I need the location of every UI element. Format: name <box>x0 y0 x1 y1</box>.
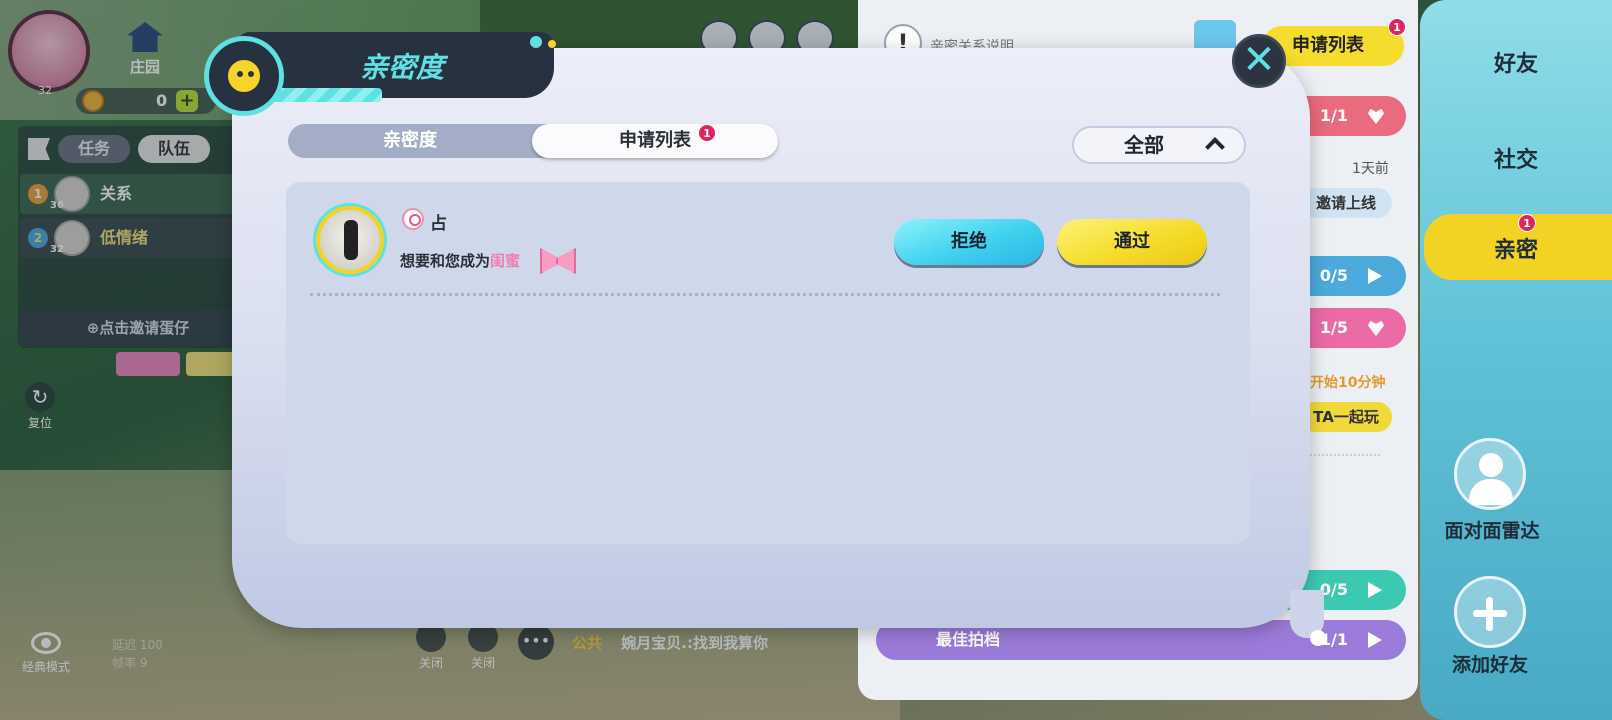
relation-count: 1/1 <box>1319 106 1348 125</box>
tab-apply-list[interactable]: 申请列表 <box>532 124 778 158</box>
heart-icon <box>1368 108 1384 124</box>
bow-icon <box>540 246 576 272</box>
invite-online-button[interactable]: 邀请上线 <box>1300 188 1392 218</box>
close-button[interactable]: ✕ <box>1232 34 1286 88</box>
add-friend-label: 添加好友 <box>1451 654 1528 676</box>
request-relation: 闺蜜 <box>490 252 521 270</box>
play-icon <box>1368 582 1382 598</box>
requester-name: 占 <box>430 214 447 234</box>
radar-icon[interactable] <box>1454 438 1526 510</box>
requester-avatar[interactable] <box>316 206 384 274</box>
request-divider <box>310 293 1220 296</box>
relation-count: 0/5 <box>1319 580 1348 599</box>
accept-button[interactable]: 通过 <box>1057 219 1207 265</box>
decor-dot <box>530 36 542 48</box>
relation-count: 1/5 <box>1319 318 1348 337</box>
heart-icon <box>1368 320 1384 336</box>
apply-list-badge: 1 <box>1388 18 1406 36</box>
add-friend-icon[interactable] <box>1454 576 1526 648</box>
filter-selected: 全部 <box>1124 133 1164 157</box>
sidebar-item-friends[interactable]: 好友 <box>1420 46 1612 78</box>
filter-dropdown[interactable]: 全部 <box>1072 126 1246 164</box>
modal-title: 亲密度 <box>360 51 445 84</box>
apply-list-label: 申请列表 <box>1292 35 1364 56</box>
time-ago: 1天前 <box>1352 161 1389 177</box>
play-icon <box>1368 632 1382 648</box>
request-message: 想要和您成为闺蜜 <box>400 250 520 271</box>
radar-label: 面对面雷达 <box>1444 520 1540 542</box>
apply-tab-badge: 1 <box>698 124 716 142</box>
female-gender-icon <box>402 208 424 230</box>
divider <box>1310 454 1380 456</box>
modal-tail <box>1290 590 1326 646</box>
tab-intimacy[interactable]: 亲密度 <box>288 124 532 158</box>
intimacy-icon <box>204 36 284 116</box>
play-together-button[interactable]: TA一起玩 <box>1300 402 1392 432</box>
play-icon <box>1368 268 1382 284</box>
sidebar-intimacy-badge: 1 <box>1518 214 1536 232</box>
sidebar-item-social[interactable]: 社交 <box>1420 142 1612 174</box>
relation-count: 0/5 <box>1319 266 1348 285</box>
request-message-prefix: 想要和您成为 <box>400 252 491 270</box>
chevron-up-icon <box>1205 137 1225 157</box>
reject-button[interactable]: 拒绝 <box>894 219 1044 265</box>
decor-dot <box>548 40 556 48</box>
start-hint: 开始10分钟 <box>1310 375 1386 391</box>
sidebar-item-intimacy[interactable]: 亲密 <box>1420 232 1612 264</box>
